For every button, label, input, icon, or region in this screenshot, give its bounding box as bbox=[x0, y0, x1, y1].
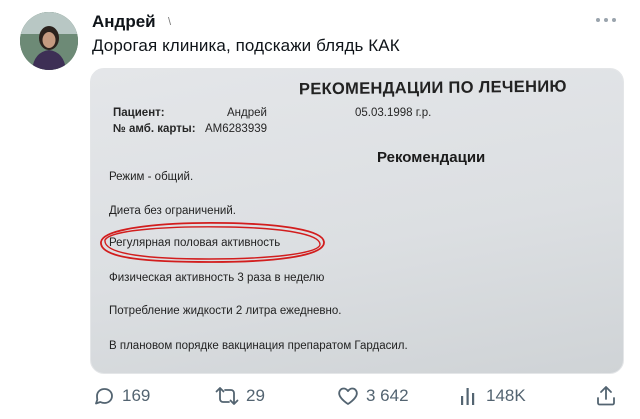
tweet-photo[interactable]: РЕКОМЕНДАЦИИ ПО ЛЕЧЕНИЮ Пациент: Андрей … bbox=[90, 68, 624, 374]
tweet-text: Дорогая клиника, подскажи блядь КАК bbox=[92, 36, 400, 55]
retweet-icon bbox=[215, 387, 239, 405]
reply-icon bbox=[95, 388, 113, 405]
like-count: 3 642 bbox=[366, 386, 409, 405]
author-name[interactable]: Андрей bbox=[92, 12, 156, 32]
retweet-count: 29 bbox=[246, 386, 265, 405]
author-mark: \ bbox=[168, 16, 172, 28]
views-icon bbox=[461, 388, 475, 405]
more-icon[interactable] bbox=[594, 12, 618, 28]
reply-count: 169 bbox=[122, 386, 151, 405]
reply-button[interactable]: 169 bbox=[92, 380, 150, 412]
highlight-ellipse bbox=[100, 221, 325, 263]
tweet-actions: 169 29 3 642 148K bbox=[0, 380, 640, 412]
like-button[interactable]: 3 642 bbox=[336, 380, 409, 412]
share-button[interactable] bbox=[594, 380, 624, 412]
views-count: 148K bbox=[486, 386, 526, 405]
like-icon bbox=[338, 387, 358, 405]
retweet-button[interactable]: 29 bbox=[214, 380, 265, 412]
avatar[interactable] bbox=[20, 12, 78, 70]
share-icon bbox=[597, 386, 615, 406]
views-button[interactable]: 148K bbox=[458, 380, 526, 412]
